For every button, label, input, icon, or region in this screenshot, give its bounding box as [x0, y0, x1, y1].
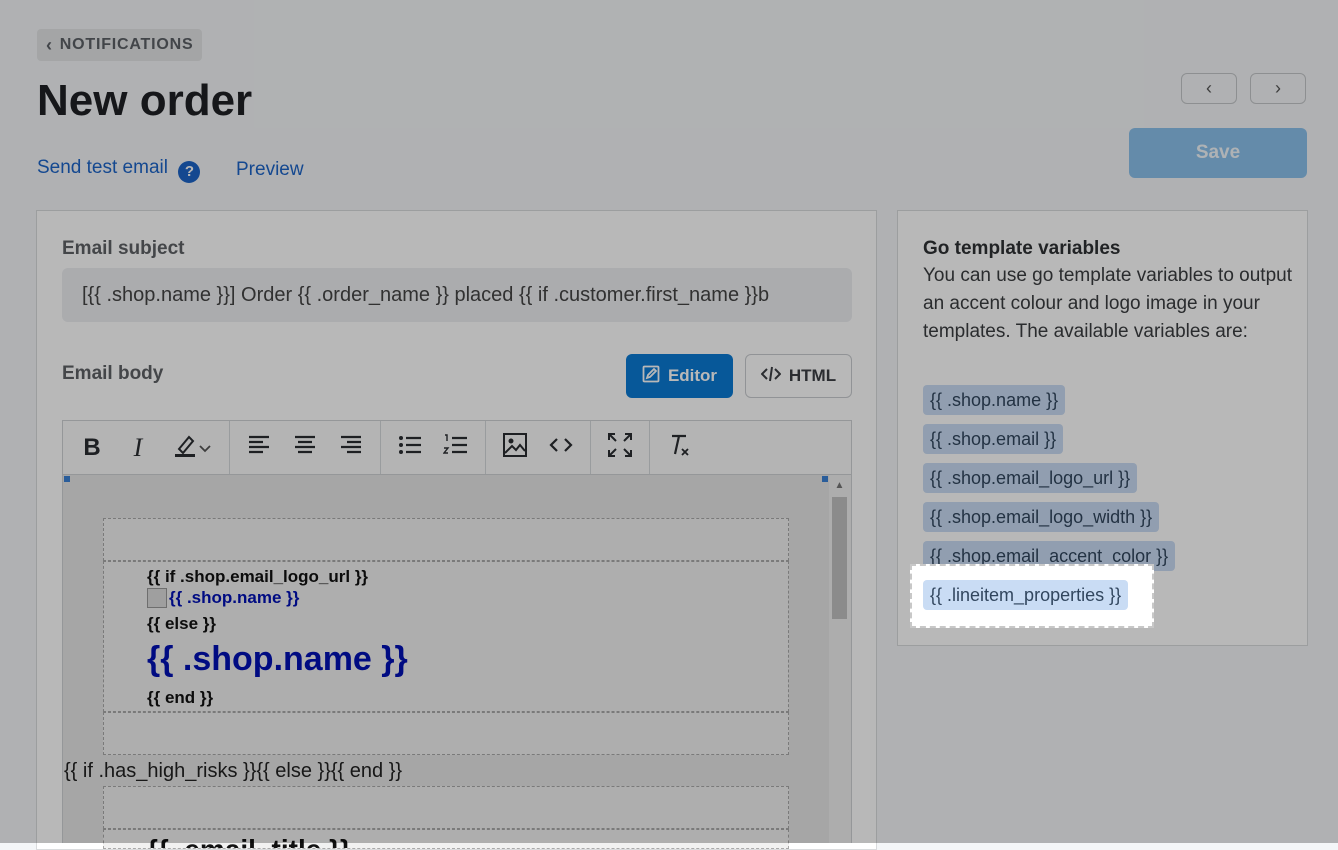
variables-title: Go template variables	[923, 238, 1121, 259]
variable-chip: {{ .shop.email_logo_url }}	[923, 463, 1138, 493]
template-line: {{ if .has_high_risks }}{{ else }}{{ end…	[64, 760, 403, 782]
bold-button[interactable]: B	[69, 428, 115, 468]
editor-toolbar: B I	[62, 420, 852, 475]
breadcrumb-notifications[interactable]: ‹ NOTIFICATIONS	[37, 29, 203, 61]
insert-image-button[interactable]	[492, 428, 538, 468]
preview-link[interactable]: Preview	[236, 159, 304, 181]
send-test-email-link[interactable]: Send test email ?	[37, 157, 201, 183]
highlight-color-button[interactable]	[161, 428, 223, 468]
broken-image-icon	[147, 588, 167, 608]
variable-chip: {{ .shop.email }}	[923, 424, 1064, 454]
highlighter-icon	[172, 432, 198, 464]
html-label: HTML	[788, 366, 837, 385]
email-subject-input[interactable]: [{{ .shop.name }}] Order {{ .order_name …	[62, 268, 852, 322]
image-icon	[502, 432, 528, 464]
fullscreen-button[interactable]	[597, 428, 643, 468]
variable-chip: {{ .shop.email_logo_width }}	[923, 502, 1160, 532]
shop-name-link: {{ .shop.name }}	[169, 588, 300, 607]
save-button[interactable]: Save	[1129, 128, 1307, 178]
fullscreen-icon	[607, 432, 633, 464]
align-left-icon	[246, 432, 272, 464]
clear-formatting-icon	[666, 432, 692, 464]
content-block	[103, 712, 789, 755]
source-code-button[interactable]	[538, 428, 584, 468]
chevron-right-icon: ›	[1275, 78, 1281, 98]
resize-handle[interactable]	[64, 476, 70, 482]
align-right-icon	[338, 432, 364, 464]
logo-row: {{ .shop.name }}	[147, 588, 299, 608]
email-body-label: Email body	[62, 363, 164, 384]
next-button[interactable]: ›	[1250, 73, 1306, 104]
clear-formatting-button[interactable]	[656, 428, 702, 468]
scroll-up-icon[interactable]: ▲	[832, 480, 847, 492]
page-title: New order	[37, 76, 253, 125]
email-title-line: {{ .email_title }}	[147, 834, 351, 848]
variable-chip-lineitem-properties: {{ .lineitem_properties }}	[923, 580, 1129, 610]
bullet-list-icon	[397, 432, 423, 464]
numbered-list-icon	[442, 432, 469, 464]
variable-chip: {{ .shop.name }}	[923, 385, 1066, 415]
chevron-left-icon: ‹	[1206, 78, 1212, 98]
chevron-left-icon: ‹	[46, 34, 53, 55]
previous-button[interactable]: ‹	[1181, 73, 1237, 104]
email-subject-value: [{{ .shop.name }}] Order {{ .order_name …	[82, 283, 770, 306]
chevron-down-icon	[198, 435, 212, 461]
italic-icon: I	[133, 432, 143, 462]
align-right-button[interactable]	[328, 428, 374, 468]
shop-name-heading: {{ .shop.name }}	[147, 640, 408, 678]
align-center-icon	[292, 432, 318, 464]
send-test-email-label: Send test email	[37, 157, 168, 178]
code-icon	[548, 432, 574, 464]
editor-label: Editor	[667, 366, 718, 385]
breadcrumb-label: NOTIFICATIONS	[59, 36, 194, 53]
resize-handle[interactable]	[822, 476, 828, 482]
italic-button[interactable]: I	[115, 428, 161, 468]
align-left-button[interactable]	[236, 428, 282, 468]
editor-button[interactable]: Editor	[626, 354, 733, 398]
help-icon[interactable]: ?	[178, 161, 201, 183]
content-block	[103, 518, 789, 561]
template-line: {{ else }}	[147, 614, 216, 633]
bold-icon: B	[83, 433, 101, 461]
template-line: {{ end }}	[147, 688, 214, 707]
edit-icon	[642, 365, 660, 388]
bullet-list-button[interactable]	[387, 428, 433, 468]
scrollbar-thumb[interactable]	[832, 497, 847, 619]
email-subject-label: Email subject	[62, 238, 185, 259]
content-block	[103, 786, 789, 829]
align-center-button[interactable]	[282, 428, 328, 468]
numbered-list-button[interactable]	[433, 428, 479, 468]
code-icon	[760, 365, 782, 388]
template-line: {{ if .shop.email_logo_url }}	[147, 567, 369, 586]
variables-description: You can use go template variables to out…	[923, 265, 1292, 342]
content-block: {{ .email_title }}	[103, 829, 789, 849]
html-button[interactable]: HTML	[745, 354, 852, 398]
